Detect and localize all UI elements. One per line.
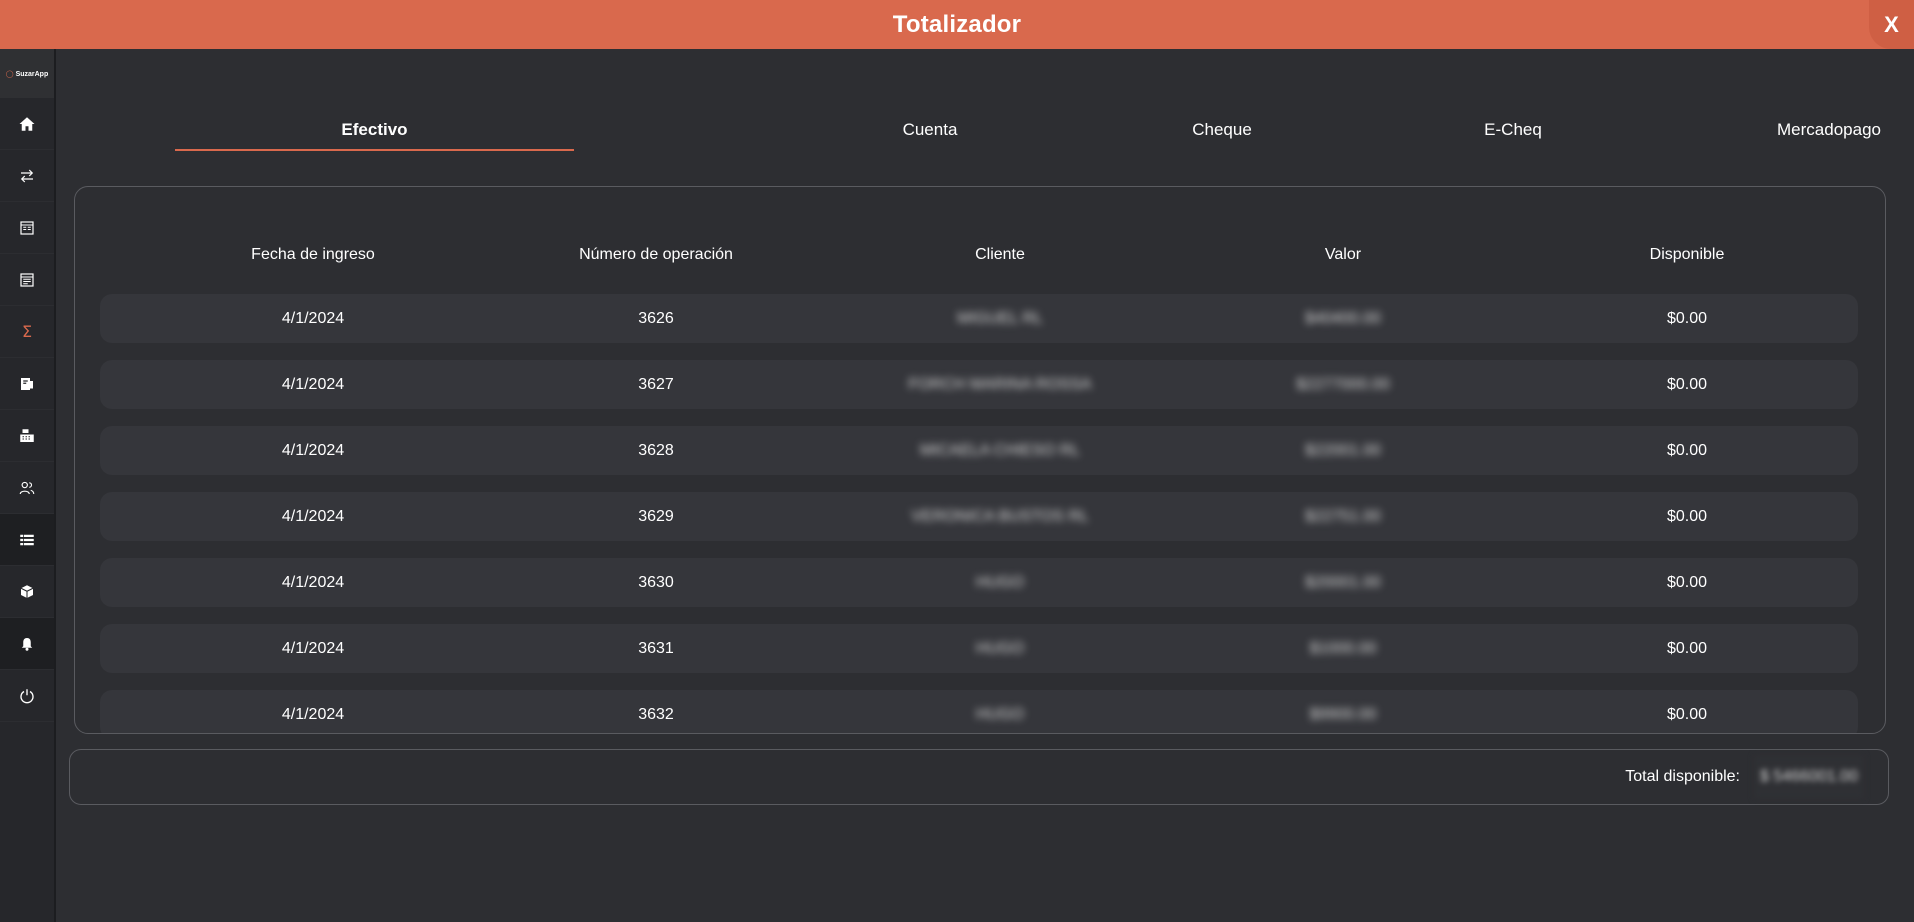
app-logo-text: ◯ SuzarApp [5,70,49,78]
cell-cliente: MICAELA CHIESO RL [919,441,1081,459]
tab-mercadopago[interactable]: Mercadopago [1729,115,1914,151]
table-row[interactable]: 4/1/2024 3627 FORCH MARINA ROSSA $227700… [100,360,1858,409]
total-label: Total disponible: [1625,768,1740,785]
cell-fecha: 4/1/2024 [281,375,345,393]
tab-efectivo[interactable]: Efectivo [175,115,574,151]
users-icon [19,481,35,494]
cell-valor: $20001.00 [1305,573,1381,591]
tab-echeq[interactable]: E-Cheq [1413,115,1613,151]
cell-cliente: VERONICA BUSTOS RL [911,507,1089,525]
sidebar-item-list[interactable] [0,514,54,566]
bell-icon [21,637,33,651]
cell-disponible: $0.00 [1666,573,1708,591]
cell-cliente: HUGO [976,705,1024,723]
cell-valor: $22751.00 [1305,507,1381,525]
sidebar: ◯ SuzarApp Σ [0,49,56,922]
table-row[interactable]: 4/1/2024 3628 MICAELA CHIESO RL $22001.0… [100,426,1858,475]
receipt-icon [20,220,34,235]
payment-type-tabs: Efectivo Cuenta Cheque E-Cheq Mercadopag… [175,115,1881,151]
sidebar-item-logout[interactable] [0,670,54,722]
close-button[interactable]: X [1869,0,1914,49]
cell-fecha: 4/1/2024 [281,507,345,525]
power-icon [20,688,34,703]
cash-register-icon [20,428,34,442]
cell-fecha: 4/1/2024 [281,309,345,327]
table-row[interactable]: 4/1/2024 3629 VERONICA BUSTOS RL $22751.… [100,492,1858,541]
column-header-disponible: Disponible [1649,246,1725,263]
cell-operacion: 3626 [638,309,674,327]
cell-cliente: HUGO [976,639,1024,657]
cell-operacion: 3627 [638,375,674,393]
cell-disponible: $0.00 [1666,375,1708,393]
sidebar-item-home[interactable] [0,98,54,150]
sigma-icon: Σ [21,322,33,341]
cell-cliente: HUGO [976,573,1024,591]
tab-cheque[interactable]: Cheque [1122,115,1322,151]
cell-valor: $1000.00 [1309,639,1377,657]
operations-table: Fecha de ingreso Número de operación Cli… [74,186,1886,734]
total-summary: Total disponible: $ 5466001.00 [69,749,1889,805]
cell-valor: $22001.00 [1305,441,1381,459]
column-header-valor: Valor [1324,246,1362,263]
cell-disponible: $0.00 [1666,705,1708,723]
cell-fecha: 4/1/2024 [281,573,345,591]
column-header-fecha: Fecha de ingreso [251,246,375,263]
cell-operacion: 3629 [638,507,674,525]
table-row[interactable]: 4/1/2024 3630 HUGO $20001.00 $0.00 [100,558,1858,607]
window-title: Totalizador [892,10,1022,38]
sidebar-item-documents[interactable] [0,254,54,306]
cell-disponible: $0.00 [1666,441,1708,459]
column-header-cliente: Cliente [975,246,1025,263]
cell-valor: $40400.00 [1305,309,1381,327]
total-value: $ 5466001.00 [1754,755,1864,799]
cell-fecha: 4/1/2024 [281,441,345,459]
sidebar-item-transfers[interactable] [0,150,54,202]
app-logo: ◯ SuzarApp [0,49,54,98]
table-row[interactable]: 4/1/2024 3632 HUGO $9900.00 $0.00 [100,690,1858,733]
invoice-icon [21,377,33,390]
cell-fecha: 4/1/2024 [281,705,345,723]
box-icon [20,584,34,598]
table-header: Fecha de ingreso Número de operación Cli… [75,187,1885,297]
table-row[interactable]: 4/1/2024 3631 HUGO $1000.00 $0.00 [100,624,1858,673]
sidebar-item-products[interactable] [0,566,54,618]
sidebar-item-invoices[interactable] [0,358,54,410]
table-row[interactable]: 4/1/2024 3626 MIGUEL RL $40400.00 $0.00 [100,294,1858,343]
cell-operacion: 3631 [638,639,674,657]
sidebar-item-cash-register[interactable] [0,410,54,462]
column-header-operacion: Número de operación [579,246,733,263]
sidebar-item-users[interactable] [0,462,54,514]
cell-disponible: $0.00 [1666,507,1708,525]
cell-cliente: FORCH MARINA ROSSA [908,375,1092,393]
cell-valor: $2277000.00 [1296,375,1390,393]
cell-valor: $9900.00 [1309,705,1377,723]
list-icon [20,534,34,545]
window-title-bar: Totalizador X [0,0,1914,49]
sidebar-item-receipts[interactable] [0,202,54,254]
tab-cuenta[interactable]: Cuenta [830,115,1030,151]
cell-disponible: $0.00 [1666,309,1708,327]
cell-operacion: 3630 [638,573,674,591]
sidebar-item-totalizador[interactable]: Σ [0,306,54,358]
cell-disponible: $0.00 [1666,639,1708,657]
transfer-arrows-icon [20,169,34,182]
home-icon [19,116,35,131]
cell-cliente: MIGUEL RL [957,309,1043,327]
cell-operacion: 3632 [638,705,674,723]
cell-fecha: 4/1/2024 [281,639,345,657]
sidebar-item-notifications[interactable] [0,618,54,670]
cell-operacion: 3628 [638,441,674,459]
document-icon [20,272,34,287]
